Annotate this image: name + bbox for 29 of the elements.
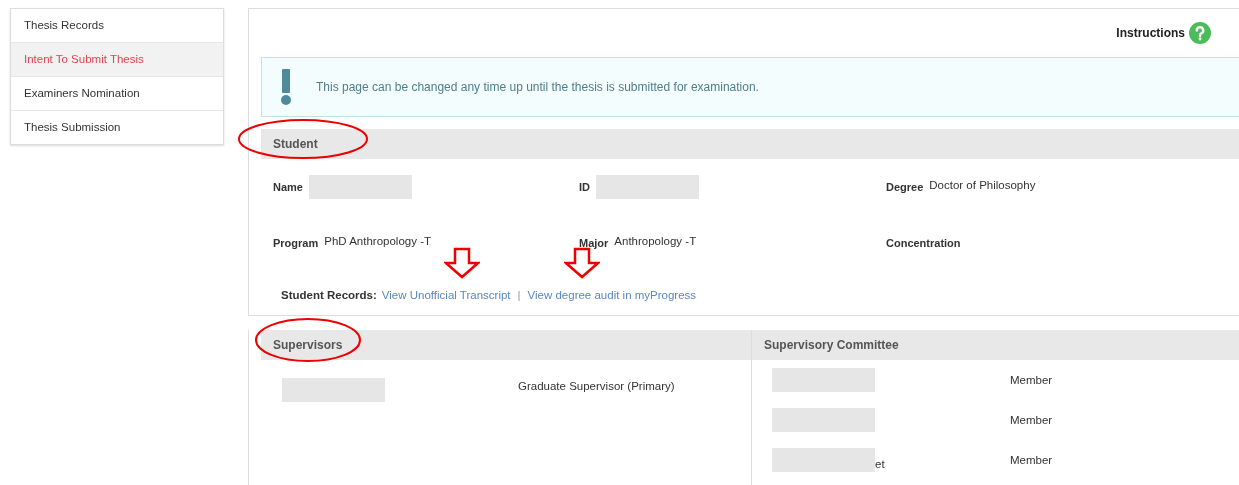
help-icon[interactable] [1189,22,1211,44]
records-label: Student Records: [281,289,377,301]
sidebar-item[interactable]: Examiners Nomination [11,76,223,110]
field-label: ID [579,181,590,193]
sidebar-item[interactable]: Thesis Records [11,9,223,42]
section-title: Supervisors [273,338,343,352]
link[interactable]: View degree audit in myProgress [527,289,697,301]
instructions-link[interactable]: Instructions [1116,26,1185,40]
role-text: Graduate Supervisor (Primary) [518,380,675,392]
field-value: Doctor of Philosophy [929,179,1036,191]
alert-message: This page can be changed any time up until the thesis is submitted for examination. [316,80,759,94]
field-label: Program [273,237,319,249]
field-label: Concentration [886,237,961,249]
field-label: Name [273,181,303,193]
section-title: Supervisory Committee [764,338,899,352]
field-value: PhD Anthropology -T [324,235,431,247]
exclamation-icon [280,69,292,105]
sidebar-item[interactable]: Intent To Submit Thesis [11,42,223,76]
field-value: Anthropology -T [614,235,697,247]
section-title: Student [273,137,318,151]
role-text: Member [1010,414,1053,426]
role-text: Member [1010,374,1053,386]
sidebar-item[interactable]: Thesis Submission [11,110,223,144]
link[interactable]: View Unofficial Transcript [381,289,511,301]
field-label: Degree [886,181,924,193]
separator: | [517,289,521,301]
field-label: Major [579,237,609,249]
name-fragment: et [875,458,885,470]
role-text: Member [1010,454,1053,466]
